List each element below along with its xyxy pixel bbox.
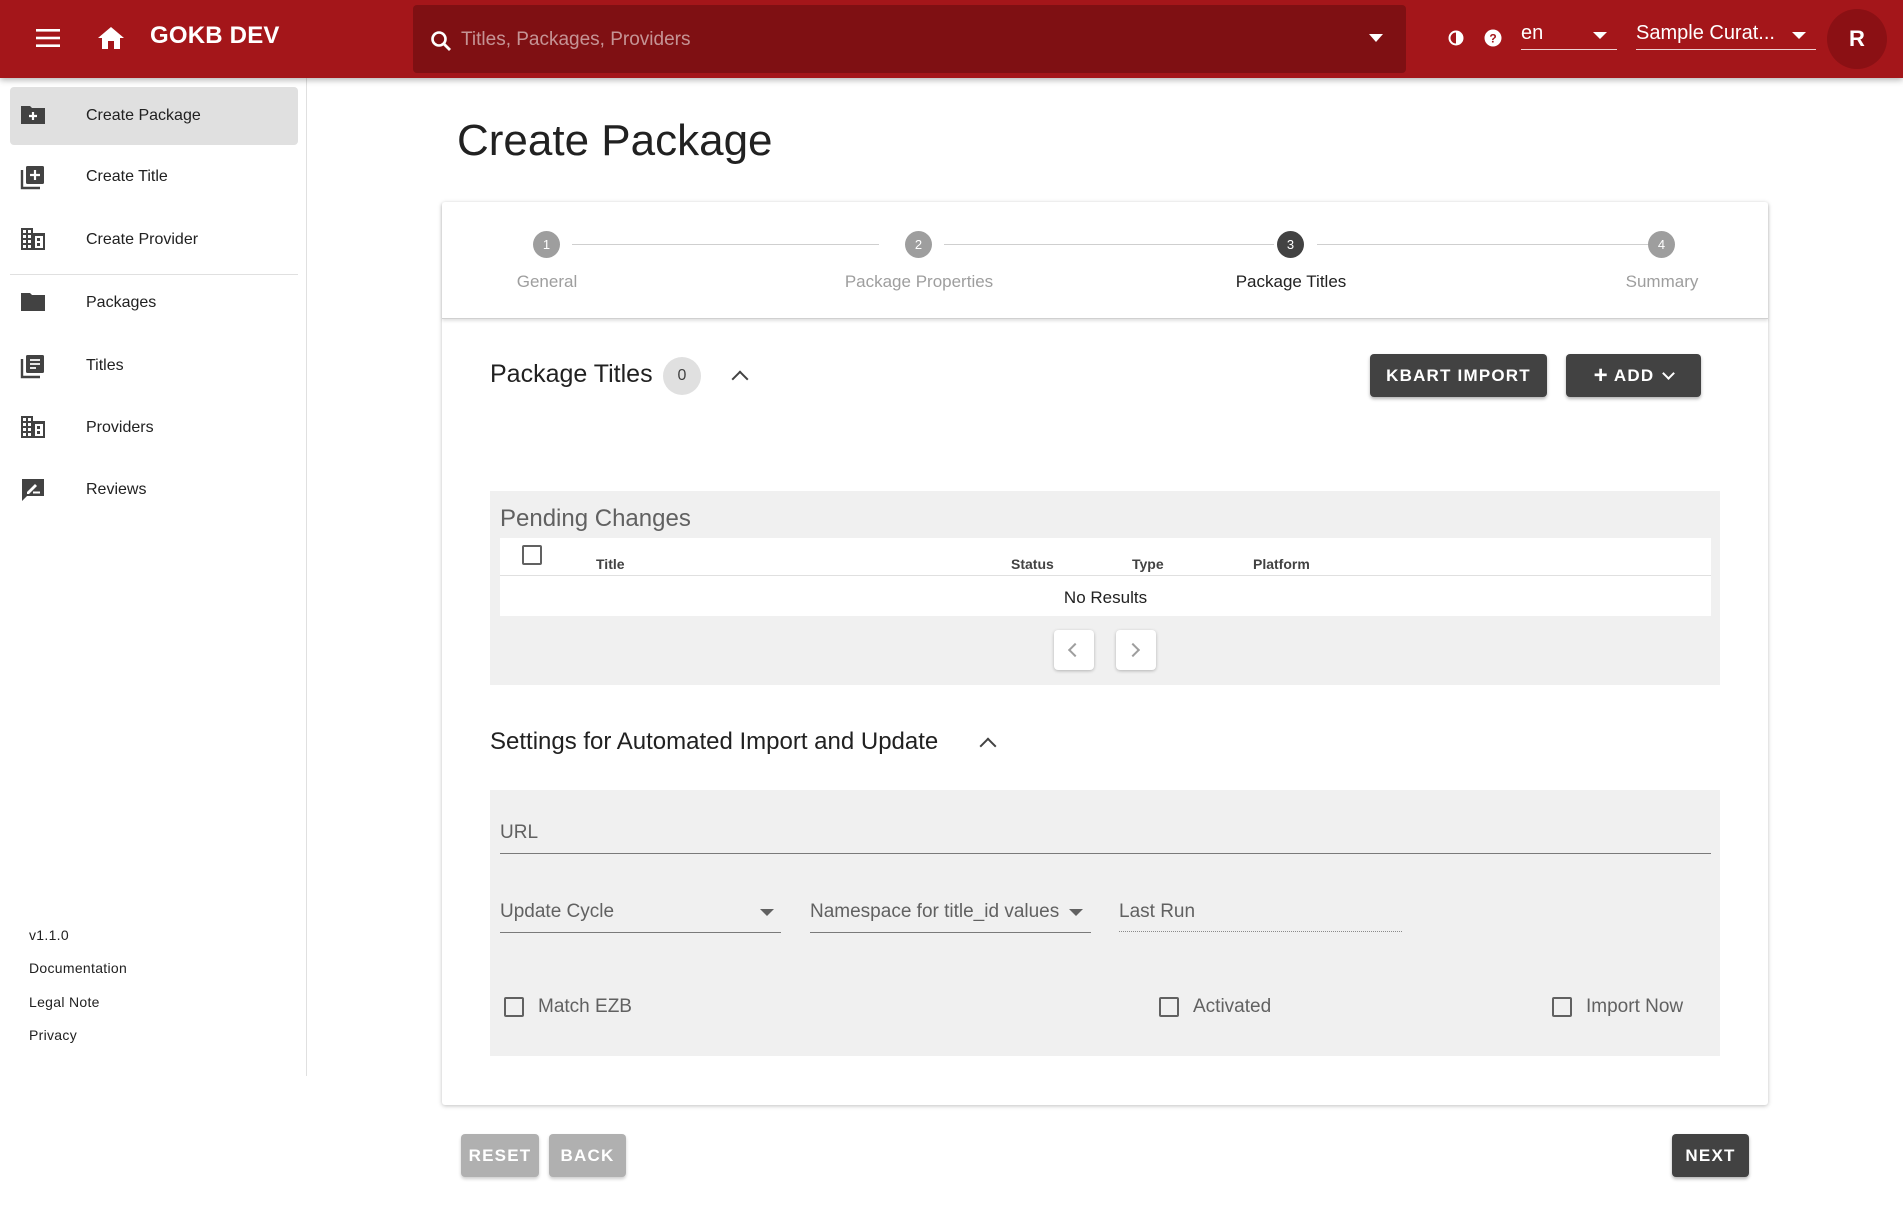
update-cycle-select[interactable]: Update Cycle xyxy=(500,901,614,923)
sidebar-item-reviews[interactable]: Reviews xyxy=(10,461,298,519)
sidebar-item-providers[interactable]: Providers xyxy=(10,399,298,457)
sidebar-item-label: Create Title xyxy=(86,168,168,185)
sidebar-item-label: Reviews xyxy=(86,481,147,498)
sidebar: Create Package Create Title Create Provi… xyxy=(0,78,307,1076)
chevron-down-icon xyxy=(1662,366,1676,380)
column-header-type[interactable]: Type xyxy=(1132,556,1164,572)
folder-plus-icon xyxy=(20,103,46,129)
settings-panel xyxy=(490,790,1720,1056)
sidebar-item-label: Providers xyxy=(86,419,154,436)
privacy-link[interactable]: Privacy xyxy=(29,1027,77,1043)
svg-text:?: ? xyxy=(1489,32,1496,46)
domain-icon xyxy=(20,227,46,253)
step-1-label[interactable]: General xyxy=(517,272,577,292)
library-books-icon xyxy=(20,353,46,379)
search-icon xyxy=(429,29,453,53)
step-3-number[interactable]: 3 xyxy=(1277,231,1304,258)
documentation-link[interactable]: Documentation xyxy=(29,960,127,976)
sidebar-item-label: Create Provider xyxy=(86,231,199,248)
folder-icon xyxy=(20,290,46,316)
import-now-label[interactable]: Import Now xyxy=(1586,996,1683,1018)
page-title: Create Package xyxy=(457,116,773,165)
match-ezb-label[interactable]: Match EZB xyxy=(538,996,632,1018)
chevron-down-icon[interactable] xyxy=(760,909,774,916)
menu-icon[interactable] xyxy=(34,26,62,50)
namespace-underline xyxy=(810,932,1091,933)
step-3-label[interactable]: Package Titles xyxy=(1236,272,1347,292)
chevron-down-icon xyxy=(1792,32,1806,39)
user-menu-value: Sample Curat... xyxy=(1636,22,1775,44)
table-header-divider xyxy=(500,575,1711,576)
column-header-platform[interactable]: Platform xyxy=(1253,556,1310,572)
version-label: v1.1.0 xyxy=(29,927,69,943)
next-button[interactable]: NEXT xyxy=(1672,1134,1749,1177)
chevron-down-icon[interactable] xyxy=(1368,33,1384,43)
column-header-status[interactable]: Status xyxy=(1011,556,1054,572)
last-run-underline xyxy=(1119,931,1402,932)
back-button[interactable]: BACK xyxy=(549,1134,626,1177)
sidebar-item-label: Create Package xyxy=(86,107,201,124)
previous-page-button[interactable] xyxy=(1054,630,1094,670)
package-titles-heading: Package Titles xyxy=(490,360,653,388)
add-button[interactable]: + ADD xyxy=(1566,354,1701,397)
language-select[interactable]: en xyxy=(1521,22,1617,50)
match-ezb-checkbox[interactable] xyxy=(504,997,524,1017)
namespace-select[interactable]: Namespace for title_id values xyxy=(810,901,1059,923)
url-field-underline xyxy=(500,853,1711,854)
settings-heading: Settings for Automated Import and Update xyxy=(490,728,939,755)
last-run-field: Last Run xyxy=(1119,901,1196,922)
sidebar-item-create-provider[interactable]: Create Provider xyxy=(10,211,298,269)
step-connector xyxy=(572,244,879,245)
search-input[interactable]: Titles, Packages, Providers xyxy=(413,5,1406,73)
app-title[interactable]: GOKB DEV xyxy=(150,22,280,50)
sidebar-item-label: Titles xyxy=(86,357,124,374)
sidebar-item-label: Packages xyxy=(86,294,157,311)
sidebar-item-create-package[interactable]: Create Package xyxy=(10,87,298,145)
activated-label[interactable]: Activated xyxy=(1193,996,1271,1018)
help-icon[interactable]: ? xyxy=(1483,28,1503,48)
sidebar-item-packages[interactable]: Packages xyxy=(10,274,298,332)
step-2-label[interactable]: Package Properties xyxy=(845,272,993,292)
domain-icon xyxy=(20,415,46,441)
step-2-number[interactable]: 2 xyxy=(905,231,932,258)
avatar[interactable]: R xyxy=(1827,9,1887,69)
stepper: 1 General 2 Package Properties 3 Package… xyxy=(442,202,1768,319)
plus-icon: + xyxy=(1593,361,1609,389)
step-connector xyxy=(944,244,1274,245)
legal-note-link[interactable]: Legal Note xyxy=(29,994,100,1010)
app-bar: GOKB DEV Titles, Packages, Providers ? e… xyxy=(0,0,1903,78)
step-4-label[interactable]: Summary xyxy=(1626,272,1699,292)
theme-toggle-icon[interactable] xyxy=(1447,29,1465,47)
activated-checkbox[interactable] xyxy=(1159,997,1179,1017)
import-now-checkbox[interactable] xyxy=(1552,997,1572,1017)
add-button-label: ADD xyxy=(1613,365,1655,385)
sidebar-item-titles[interactable]: Titles xyxy=(10,337,298,395)
update-cycle-underline xyxy=(500,932,781,933)
kbart-import-button[interactable]: KBART IMPORT xyxy=(1370,354,1547,397)
user-menu-select[interactable]: Sample Curat... xyxy=(1636,22,1816,50)
step-connector xyxy=(1317,244,1650,245)
rate-review-icon xyxy=(20,477,46,503)
sidebar-item-create-title[interactable]: Create Title xyxy=(10,148,298,206)
step-1-number[interactable]: 1 xyxy=(533,231,560,258)
url-field[interactable]: URL xyxy=(500,822,538,844)
select-all-checkbox[interactable] xyxy=(522,545,542,565)
chevron-down-icon xyxy=(1593,32,1607,39)
home-icon[interactable] xyxy=(96,24,126,52)
no-results-text: No Results xyxy=(1063,588,1148,607)
chevron-down-icon[interactable] xyxy=(1069,909,1083,916)
reset-button[interactable]: RESET xyxy=(461,1134,539,1177)
titles-count-badge: 0 xyxy=(663,357,701,395)
library-add-icon xyxy=(20,164,46,190)
chevron-right-icon xyxy=(1125,642,1141,658)
pending-changes-table: Title Status Type Platform No Results xyxy=(500,538,1711,616)
chevron-left-icon xyxy=(1067,642,1083,658)
column-header-title[interactable]: Title xyxy=(596,556,625,572)
next-page-button[interactable] xyxy=(1116,630,1156,670)
step-4-number[interactable]: 4 xyxy=(1648,231,1675,258)
search-placeholder: Titles, Packages, Providers xyxy=(461,29,691,50)
language-value: en xyxy=(1521,22,1544,44)
pending-changes-heading: Pending Changes xyxy=(500,505,691,532)
